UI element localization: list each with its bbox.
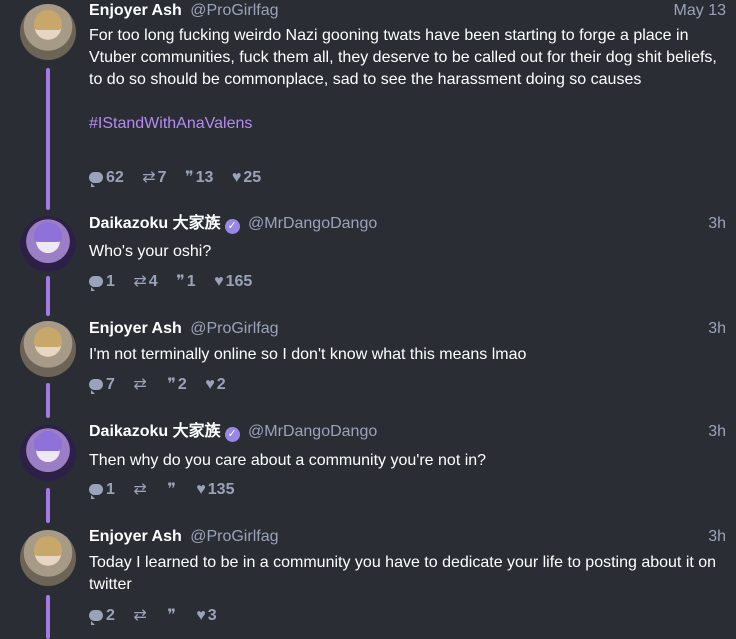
tweet-text: Who's your oshi? <box>89 243 212 260</box>
like-count: 135 <box>207 481 235 498</box>
avatar[interactable] <box>20 321 76 377</box>
repost-arrows-icon: ⇄ <box>133 481 147 498</box>
speech-bubble-icon <box>89 379 103 394</box>
timestamp[interactable]: 3h <box>708 526 726 548</box>
tweet-header: Enjoyer Ash @ProGirlfag 3h <box>89 526 726 548</box>
reply-count: 7 <box>106 376 115 393</box>
heart-icon: ♥ <box>196 607 206 624</box>
tweet[interactable]: Enjoyer Ash @ProGirlfag 3h Today I learn… <box>0 526 736 639</box>
timestamp[interactable]: 3h <box>708 318 726 340</box>
like-button[interactable]: ♥ 165 <box>214 272 252 292</box>
avatar[interactable] <box>20 425 76 481</box>
repost-arrows-icon: ⇄ <box>133 607 147 624</box>
author-handle[interactable]: @ProGirlfag <box>190 2 278 19</box>
reply-button[interactable]: 7 <box>89 375 115 395</box>
author-name[interactable]: Daikazoku 大家族 <box>89 215 221 232</box>
quote-count: 13 <box>195 169 214 186</box>
repost-count: 4 <box>148 273 158 290</box>
speech-bubble-icon <box>89 610 103 625</box>
timestamp[interactable]: 3h <box>708 213 726 235</box>
check-badge-icon: ✓ <box>224 219 240 234</box>
tweet-body-text: For too long fucking weirdo Nazi gooning… <box>89 27 717 88</box>
like-count: 25 <box>243 169 262 186</box>
like-button[interactable]: ♥ 3 <box>196 606 216 626</box>
speech-bubble-icon <box>89 172 103 187</box>
quote-marks-icon: ❞ <box>167 376 176 393</box>
avatar[interactable] <box>20 4 76 60</box>
quote-marks-icon: ❞ <box>167 481 176 498</box>
quote-button[interactable]: ❞ 1 <box>176 272 196 292</box>
quote-button[interactable]: ❞ <box>167 606 178 626</box>
quote-button[interactable]: ❞ 2 <box>167 375 187 395</box>
timestamp[interactable]: 3h <box>708 421 726 443</box>
tweet-actions: 1 ⇄ ❞ ♥ 135 <box>89 480 248 500</box>
heart-icon: ♥ <box>214 273 224 290</box>
quote-marks-icon: ❞ <box>167 607 176 624</box>
quote-marks-icon: ❞ <box>185 169 194 186</box>
hashtag-link[interactable]: #IStandWithAnaValens <box>89 113 729 135</box>
check-badge-icon: ✓ <box>224 427 240 442</box>
repost-arrows-icon: ⇄ <box>142 169 156 186</box>
tweet-header: Daikazoku 大家族 ✓ @MrDangoDango 3h <box>89 421 726 443</box>
speech-bubble-icon <box>89 484 103 499</box>
heart-icon: ♥ <box>196 481 206 498</box>
quote-button[interactable]: ❞ <box>167 480 178 500</box>
repost-arrows-icon: ⇄ <box>133 376 147 393</box>
avatar[interactable] <box>20 530 76 586</box>
quote-marks-icon: ❞ <box>176 273 185 290</box>
tweet[interactable]: Enjoyer Ash @ProGirlfag May 13 For too l… <box>0 0 736 200</box>
tweet-header: Enjoyer Ash @ProGirlfag May 13 <box>89 0 726 22</box>
reply-count: 2 <box>106 607 115 624</box>
like-button[interactable]: ♥ 25 <box>232 168 261 188</box>
like-count: 165 <box>225 273 253 290</box>
tweet-header: Daikazoku 大家族 ✓ @MrDangoDango 3h <box>89 213 726 235</box>
repost-button[interactable]: ⇄ 4 <box>133 272 157 292</box>
repost-arrows-icon: ⇄ <box>133 273 147 290</box>
timestamp[interactable]: May 13 <box>674 0 726 22</box>
author-handle[interactable]: @MrDangoDango <box>248 423 377 440</box>
reply-button[interactable]: 2 <box>89 606 115 626</box>
author-handle[interactable]: @ProGirlfag <box>190 320 278 337</box>
heart-icon: ♥ <box>231 169 242 186</box>
reply-button[interactable]: 62 <box>89 168 124 188</box>
repost-button[interactable]: ⇄ <box>133 606 148 626</box>
repost-button[interactable]: ⇄ <box>133 375 148 395</box>
author-name[interactable]: Enjoyer Ash <box>89 528 182 545</box>
tweet-actions: 2 ⇄ ❞ ♥ 3 <box>89 606 231 626</box>
tweet[interactable]: Enjoyer Ash @ProGirlfag 3h I'm not termi… <box>0 318 736 413</box>
heart-icon: ♥ <box>205 376 215 393</box>
reply-count: 1 <box>106 481 115 498</box>
tweet-actions: 1 ⇄ 4 ❞ 1 ♥ 165 <box>89 272 266 292</box>
tweet-header: Enjoyer Ash @ProGirlfag 3h <box>89 318 726 340</box>
reply-button[interactable]: 1 <box>89 480 115 500</box>
author-handle[interactable]: @ProGirlfag <box>190 528 278 545</box>
tweet[interactable]: Daikazoku 大家族 ✓ @MrDangoDango 3h Who's yo… <box>0 213 736 308</box>
quote-count: 1 <box>186 273 196 290</box>
tweet-text: Today I learned to be in a community you… <box>89 554 717 593</box>
tweet-text: Then why do you care about a community y… <box>89 452 487 469</box>
tweet-actions: 7 ⇄ ❞ 2 ♥ 2 <box>89 375 240 395</box>
tweet-text: For too long fucking weirdo Nazi gooning… <box>89 25 729 135</box>
speech-bubble-icon <box>89 276 103 291</box>
repost-count: 7 <box>157 169 167 186</box>
reply-count: 62 <box>106 169 124 186</box>
like-button[interactable]: ♥ 2 <box>205 375 225 395</box>
reply-count: 1 <box>106 273 115 290</box>
quote-count: 2 <box>177 376 187 393</box>
tweet-text: I'm not terminally online so I don't kno… <box>89 346 527 363</box>
author-handle[interactable]: @MrDangoDango <box>248 215 377 232</box>
like-button[interactable]: ♥ 135 <box>196 480 234 500</box>
like-count: 2 <box>216 376 226 393</box>
like-count: 3 <box>207 607 217 624</box>
reply-button[interactable]: 1 <box>89 272 115 292</box>
author-name[interactable]: Enjoyer Ash <box>89 2 182 19</box>
quote-button[interactable]: ❞ 13 <box>185 168 213 188</box>
tweet-actions: 62 ⇄ 7 ❞ 13 ♥ 25 <box>89 168 275 188</box>
tweet[interactable]: Daikazoku 大家族 ✓ @MrDangoDango 3h Then why… <box>0 421 736 516</box>
author-name[interactable]: Daikazoku 大家族 <box>89 423 221 440</box>
author-name[interactable]: Enjoyer Ash <box>89 320 182 337</box>
repost-button[interactable]: ⇄ <box>133 480 148 500</box>
avatar[interactable] <box>20 216 76 272</box>
repost-button[interactable]: ⇄ 7 <box>142 168 166 188</box>
